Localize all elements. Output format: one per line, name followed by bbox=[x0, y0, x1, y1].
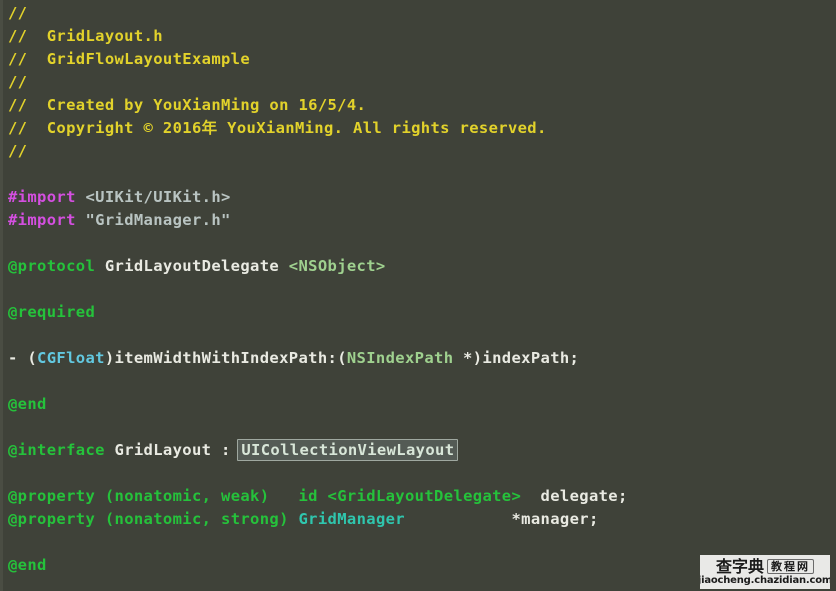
code-line[interactable]: #import "GridManager.h" bbox=[0, 209, 836, 232]
code-line[interactable] bbox=[0, 370, 836, 393]
code-line[interactable]: @property (nonatomic, strong) GridManage… bbox=[0, 508, 836, 531]
code-token: GridLayoutDelegate bbox=[95, 257, 289, 275]
code-token: *manager; bbox=[404, 510, 599, 528]
watermark-brand-cn: 查字典 bbox=[715, 556, 764, 576]
code-line[interactable]: @protocol GridLayoutDelegate <NSObject> bbox=[0, 255, 836, 278]
code-content[interactable]: // // GridLayout.h // GridFlowLayoutExampl… bbox=[0, 0, 836, 577]
code-token: <UIKit/UIKit.h> bbox=[85, 188, 231, 206]
code-token: // GridFlowLayoutExample bbox=[8, 50, 251, 68]
code-token: @end bbox=[8, 395, 47, 413]
code-line[interactable]: @end bbox=[0, 393, 836, 416]
code-line[interactable]: #import <UIKit/UIKit.h> bbox=[0, 186, 836, 209]
code-token: // Copyright © 2016年 YouXianMing. All ri… bbox=[8, 119, 547, 137]
watermark-brand-row: 查字典 教程网 bbox=[715, 556, 814, 576]
code-token: "GridManager.h" bbox=[85, 211, 231, 229]
code-line[interactable]: // bbox=[0, 2, 836, 25]
code-line[interactable]: // bbox=[0, 71, 836, 94]
code-token: // bbox=[8, 4, 28, 22]
code-token: <GridLayoutDelegate> bbox=[327, 487, 522, 505]
code-editor-view: // // GridLayout.h // GridFlowLayoutExampl… bbox=[0, 0, 836, 591]
code-token: @interface bbox=[8, 441, 105, 459]
code-line[interactable] bbox=[0, 278, 836, 301]
code-token: - ( bbox=[8, 349, 38, 367]
code-line[interactable]: // bbox=[0, 140, 836, 163]
code-token: // bbox=[8, 142, 28, 160]
code-token: @required bbox=[8, 303, 96, 321]
code-token: @property bbox=[8, 487, 96, 505]
watermark-brand-cn-boxed: 教程网 bbox=[767, 559, 814, 574]
code-token: <NSObject> bbox=[288, 257, 386, 275]
code-line[interactable] bbox=[0, 232, 836, 255]
code-line[interactable]: // GridFlowLayoutExample bbox=[0, 48, 836, 71]
code-token: id bbox=[298, 487, 318, 505]
code-token: // Created by YouXianMing on 16/5/4. bbox=[8, 96, 367, 114]
code-token: #import bbox=[8, 188, 76, 206]
watermark-url: jiaocheng.chazidian.com bbox=[700, 574, 830, 586]
code-token: GridManager bbox=[298, 510, 405, 528]
code-token: // bbox=[8, 73, 28, 91]
code-token: CGFloat bbox=[37, 349, 105, 367]
code-token: // GridLayout.h bbox=[8, 27, 163, 45]
code-token: @protocol bbox=[8, 257, 96, 275]
code-token: @end bbox=[8, 556, 47, 574]
code-line[interactable] bbox=[0, 416, 836, 439]
code-token: (nonatomic, weak) bbox=[104, 487, 270, 505]
site-watermark: 查字典 教程网 jiaocheng.chazidian.com bbox=[700, 555, 830, 589]
code-line[interactable] bbox=[0, 324, 836, 347]
code-line[interactable]: @property (nonatomic, weak) id <GridLayo… bbox=[0, 485, 836, 508]
code-line[interactable] bbox=[0, 462, 836, 485]
code-token: )itemWidthWithIndexPath:( bbox=[104, 349, 347, 367]
code-token: GridLayout : bbox=[104, 441, 241, 459]
code-token: delegate; bbox=[521, 487, 628, 505]
code-token: *)indexPath; bbox=[453, 349, 580, 367]
code-token: (nonatomic, strong) bbox=[104, 510, 289, 528]
code-line[interactable]: - (CGFloat)itemWidthWithIndexPath:(NSInd… bbox=[0, 347, 836, 370]
code-token: NSIndexPath bbox=[346, 349, 454, 367]
code-line[interactable] bbox=[0, 163, 836, 186]
code-line[interactable]: @required bbox=[0, 301, 836, 324]
code-line[interactable]: // GridLayout.h bbox=[0, 25, 836, 48]
selected-token[interactable]: UICollectionViewLayout bbox=[237, 439, 459, 461]
code-line[interactable]: // Created by YouXianMing on 16/5/4. bbox=[0, 94, 836, 117]
code-token: @property bbox=[8, 510, 96, 528]
code-token: #import bbox=[8, 211, 76, 229]
code-line[interactable] bbox=[0, 531, 836, 554]
code-line[interactable]: // Copyright © 2016年 YouXianMing. All ri… bbox=[0, 117, 836, 140]
code-line[interactable]: @interface GridLayout : UICollectionView… bbox=[0, 439, 836, 462]
